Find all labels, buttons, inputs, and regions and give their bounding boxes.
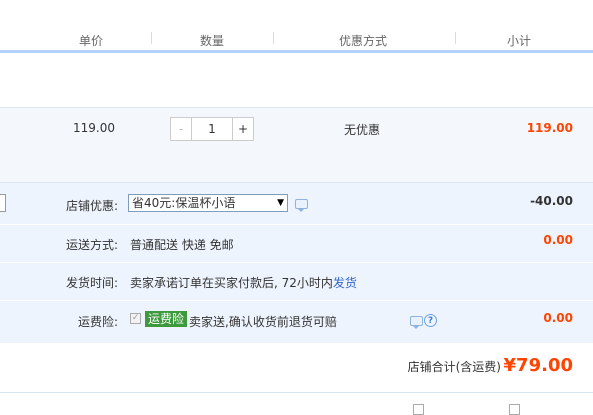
header-unit-price: 单价 (79, 34, 104, 48)
header-underline (0, 50, 593, 53)
quantity-stepper: - 1 + (170, 117, 254, 141)
option-checkbox[interactable] (413, 404, 424, 415)
shop-discount-label: 店铺优惠: (65, 199, 118, 213)
delivery-link[interactable]: 发货 (333, 276, 357, 290)
shop-discount-select[interactable]: 省40元:保温杯小语 ▼ (128, 194, 288, 212)
shop-total-amount: ¥79.00 (503, 355, 573, 376)
bottom-divider (0, 392, 593, 393)
delivery-promise-text: 卖家承诺订单在买家付款后, 72小时内 (130, 276, 333, 290)
header-subtotal: 小计 (507, 34, 532, 48)
insurance-value: 卖家送,确认收货前退货可赔 (189, 315, 337, 329)
header-divider (151, 32, 152, 44)
dropdown-arrow-icon: ▼ (277, 198, 284, 208)
header-discount: 优惠方式 (339, 34, 388, 48)
insurance-checkbox[interactable]: ✓ (130, 313, 141, 324)
header-quantity: 数量 (200, 34, 225, 48)
row-divider (0, 224, 593, 225)
item-subtotal: 119.00 (526, 121, 573, 135)
shop-discount-selected: 省40元:保温杯小语 (132, 196, 236, 210)
row-divider (0, 262, 593, 263)
shop-total-label: 店铺合计(含运费) (407, 360, 501, 374)
option-checkbox[interactable] (509, 404, 520, 415)
insurance-amount: 0.00 (543, 311, 573, 325)
shop-discount-amount: -40.00 (530, 194, 573, 208)
item-discount: 无优惠 (344, 123, 381, 137)
message-icon[interactable] (295, 199, 308, 212)
row-divider (0, 300, 593, 301)
item-unit-price: 119.00 (73, 121, 115, 135)
quantity-input[interactable]: 1 (192, 118, 232, 140)
insurance-label: 运费险: (77, 315, 118, 329)
shipping-amount: 0.00 (543, 233, 573, 247)
header-divider (455, 32, 456, 44)
help-icon[interactable]: ? (424, 314, 437, 327)
header-divider (273, 32, 274, 44)
insurance-badge: 运费险 (145, 311, 188, 327)
cart-item-row (0, 107, 593, 182)
message-icon[interactable] (410, 316, 423, 329)
shipping-label: 运送方式: (65, 238, 118, 252)
shipping-value: 普通配送 快递 免邮 (130, 238, 234, 252)
delivery-label: 发货时间: (65, 276, 118, 290)
quantity-plus-button[interactable]: + (232, 118, 253, 140)
quantity-minus-button[interactable]: - (171, 118, 192, 140)
delivery-value: 卖家承诺订单在买家付款后, 72小时内发货 (130, 274, 357, 291)
